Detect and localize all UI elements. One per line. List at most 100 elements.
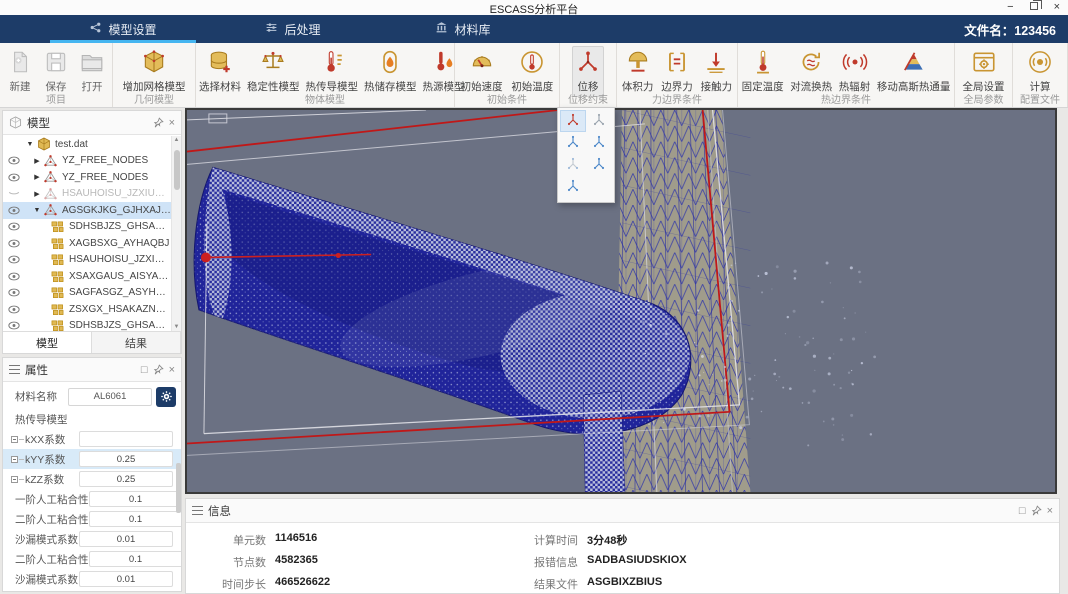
- pin-icon[interactable]: [153, 364, 164, 375]
- triad-option-6[interactable]: [586, 154, 612, 176]
- tree-node-icon[interactable]: [9, 456, 23, 463]
- material-settings-button[interactable]: [156, 387, 176, 407]
- thermo-circle-button[interactable]: 初始温度: [508, 46, 556, 97]
- properties-scrollbar[interactable]: [176, 463, 181, 513]
- close-icon[interactable]: ×: [169, 117, 175, 129]
- ribbon-group-6: 固定温度对流换热热辐射移动高斯热通量热边界条件: [738, 43, 955, 107]
- visibility-eye-icon[interactable]: [8, 173, 21, 182]
- panel-tab-model[interactable]: 模型: [3, 332, 92, 353]
- gauge-button[interactable]: 初始速度: [458, 46, 506, 97]
- visibility-eye-closed-icon[interactable]: [8, 189, 21, 198]
- visibility-eye-icon[interactable]: [8, 255, 21, 264]
- tree-node[interactable]: SDHSBJZS_GHSABJHB_ZAHU: [3, 219, 171, 236]
- triad-option-3[interactable]: [560, 132, 586, 154]
- property-value-input[interactable]: [89, 511, 182, 527]
- tree-node-icon[interactable]: [9, 436, 23, 443]
- triad-option-2[interactable]: [586, 110, 612, 132]
- panel-tab-results[interactable]: 结果: [92, 332, 181, 353]
- triad-button[interactable]: 位移: [572, 46, 604, 97]
- tree-node[interactable]: ▶YZ_FREE_NODES: [3, 153, 171, 170]
- property-value-input[interactable]: [79, 531, 173, 547]
- visibility-eye-icon[interactable]: [8, 305, 21, 314]
- tree-node[interactable]: SAGFASGZ_ASYHHXSN: [3, 285, 171, 302]
- ribbon-group-1: 增加网格模型几何模型: [113, 43, 196, 107]
- visibility-eye-icon[interactable]: [8, 156, 21, 165]
- property-value-input[interactable]: [89, 551, 182, 567]
- tree-node-icon[interactable]: [9, 476, 23, 483]
- tree-node[interactable]: ZSXGX_HSAKAZNZXK_AHASX: [3, 301, 171, 318]
- tab-material-library[interactable]: 材料库: [378, 15, 548, 43]
- tree-node[interactable]: XAGBSXG_AYHAQBJ: [3, 235, 171, 252]
- visibility-eye-icon[interactable]: [8, 206, 21, 215]
- triad-option-1[interactable]: [560, 110, 586, 132]
- tree-node-label: ZSXGX_HSAKAZNZXK_AHASX: [69, 304, 171, 315]
- info-field: 时间步长466526622: [204, 576, 330, 592]
- app-window: ESCASS分析平台 − × 模型设置后处理材料库 文件名：123456 新建保…: [0, 0, 1068, 594]
- cube-button[interactable]: 增加网格模型: [120, 46, 189, 97]
- material-name-input[interactable]: [68, 388, 152, 406]
- visibility-eye-icon[interactable]: [8, 288, 21, 297]
- tab-post-process[interactable]: 后处理: [208, 15, 378, 43]
- restore-button[interactable]: [1030, 1, 1038, 14]
- radiation-button[interactable]: 热辐射: [836, 46, 874, 97]
- tree-node[interactable]: ▶YZ_FREE_NODES: [3, 169, 171, 186]
- triad-icon: [565, 178, 581, 197]
- tree-node[interactable]: ▼test.dat: [3, 136, 171, 153]
- expander-icon[interactable]: ▶: [32, 173, 42, 181]
- folder-open-button[interactable]: 打开: [76, 46, 108, 97]
- minimize-button[interactable]: −: [1007, 1, 1013, 14]
- restore-icon: [1030, 2, 1038, 10]
- property-value-input[interactable]: [79, 451, 173, 467]
- expander-icon[interactable]: ▼: [32, 207, 42, 214]
- property-value-input[interactable]: [79, 571, 173, 587]
- triad-option-5[interactable]: [560, 154, 586, 176]
- tree-node[interactable]: ▶HSAUHOISU_JZXIUXHAHX: [3, 186, 171, 203]
- close-icon[interactable]: ×: [169, 364, 175, 376]
- thermo-conduct-button[interactable]: 热传导模型: [303, 46, 362, 97]
- ribbon-group-3: 初始速度初始温度初始条件: [455, 43, 560, 107]
- visibility-eye-icon[interactable]: [8, 272, 21, 281]
- body-force-button[interactable]: 体积力: [619, 46, 657, 97]
- tree-node[interactable]: HSAUHOISU_JZXIUXHAHX: [3, 252, 171, 269]
- expander-icon[interactable]: ▶: [32, 190, 42, 198]
- gauss-flux-button[interactable]: 移动高斯热通量: [874, 46, 954, 97]
- viewport-3d[interactable]: [185, 108, 1057, 494]
- visibility-eye-icon[interactable]: [8, 239, 21, 248]
- scale-icon: [260, 49, 286, 78]
- boundary-force-button[interactable]: 边界力: [658, 46, 696, 97]
- model-panel: 模型 × ▼test.dat▶YZ_FREE_NODES▶YZ_FREE_NOD…: [2, 110, 182, 354]
- expander-icon[interactable]: ▶: [32, 157, 42, 165]
- heat-storage-button[interactable]: 热储存模型: [361, 46, 420, 97]
- info-panel-title: 信息: [208, 503, 1014, 519]
- visibility-eye-icon[interactable]: [8, 222, 21, 231]
- triad-option-7[interactable]: [560, 176, 586, 198]
- mesh-node-icon: [44, 188, 58, 200]
- property-value-input[interactable]: [79, 471, 173, 487]
- tree-node[interactable]: SDHSBJZS_GHSABJHB_ZAHU: [3, 318, 171, 332]
- expander-icon[interactable]: ▼: [25, 141, 35, 148]
- triad-option-4[interactable]: [586, 132, 612, 154]
- property-value-input[interactable]: [89, 491, 182, 507]
- save-button[interactable]: 保存: [40, 46, 72, 97]
- maximize-icon[interactable]: □: [141, 364, 148, 376]
- close-icon[interactable]: ×: [1047, 505, 1053, 517]
- tab-model-settings[interactable]: 模型设置: [38, 15, 208, 43]
- material-button[interactable]: 选择材料: [196, 46, 244, 97]
- compute-button[interactable]: 计算: [1024, 46, 1056, 97]
- contact-force-button[interactable]: 接触力: [698, 46, 736, 97]
- convection-button[interactable]: 对流换热: [787, 46, 835, 97]
- pin-icon[interactable]: [153, 117, 164, 128]
- global-settings-button[interactable]: 全局设置: [960, 46, 1008, 97]
- tree-node[interactable]: ▼AGSGKJKG_GJHXAJKHXA: [3, 202, 171, 219]
- fixed-temp-icon: [750, 49, 776, 78]
- pin-icon[interactable]: [1031, 505, 1042, 516]
- visibility-eye-icon[interactable]: [8, 321, 21, 330]
- tree-node[interactable]: XSAXGAUS_AISYAQSH_ASHX: [3, 268, 171, 285]
- maximize-icon[interactable]: □: [1019, 505, 1026, 517]
- close-button[interactable]: ×: [1054, 1, 1060, 14]
- property-value-input[interactable]: [79, 431, 173, 447]
- fixed-temp-button[interactable]: 固定温度: [739, 46, 787, 97]
- scale-button[interactable]: 稳定性模型: [244, 46, 303, 97]
- tree-scrollbar[interactable]: ▲ ▼: [171, 136, 181, 331]
- file-new-button[interactable]: 新建: [4, 46, 36, 97]
